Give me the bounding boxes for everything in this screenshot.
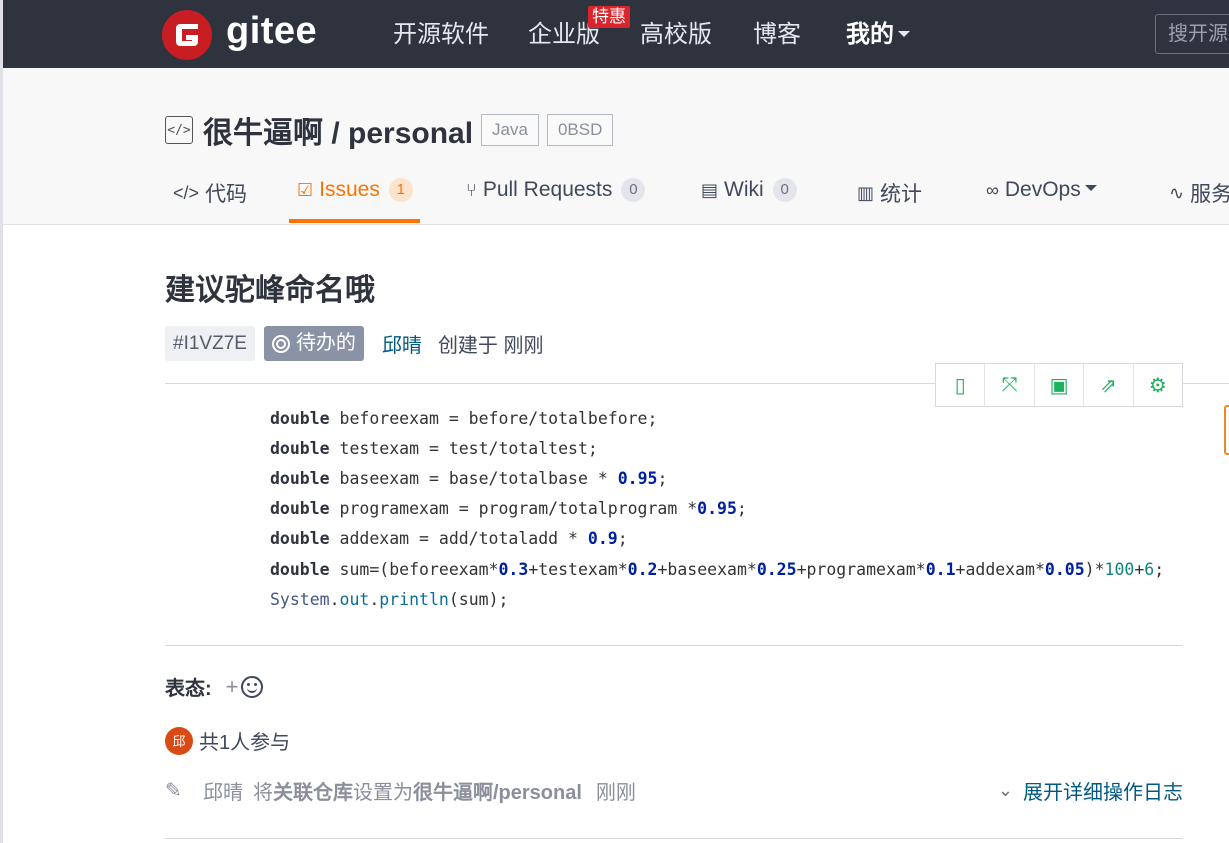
nav-university[interactable]: 高校版 — [640, 20, 712, 50]
license-tag[interactable]: 0BSD — [546, 114, 614, 146]
divider — [165, 838, 1183, 839]
search-input[interactable]: 搜开源 — [1155, 14, 1229, 54]
repo-code-icon: </> — [165, 116, 193, 144]
pencil-icon: ✎ — [165, 779, 182, 802]
tab-wiki-label: Wiki — [724, 178, 764, 201]
nav-blog[interactable]: 博客 — [753, 20, 801, 50]
issue-id[interactable]: #I1VZ7E — [165, 326, 255, 361]
pulse-icon: ∿ — [1169, 182, 1185, 203]
settings-icon[interactable]: ⚙ — [1134, 364, 1182, 406]
fullscreen-icon[interactable]: ⤧ — [985, 364, 1035, 406]
repo-title[interactable]: 很牛逼啊 / personal — [203, 108, 473, 152]
todo-state-icon — [271, 334, 290, 353]
issue-title: 建议驼峰命名哦 — [165, 274, 375, 307]
pull-request-icon: ⑂ — [466, 179, 477, 200]
code-line-6: double sum=(beforeexam*0.3+testexam*0.2+… — [270, 560, 1165, 579]
reactions-row: 表态: + — [165, 672, 263, 701]
expand-log-link[interactable]: ⌄ 展开详细操作日志 — [998, 776, 1183, 805]
participants-row: 邱 共1人参与 — [165, 726, 290, 755]
language-tag[interactable]: Java — [481, 114, 539, 146]
nav-mine-label: 我的 — [846, 21, 894, 48]
tab-services[interactable]: ∿ 服务 — [1169, 178, 1229, 208]
repo-title-row: </> 很牛逼啊 / personal Java 0BSD — [165, 108, 614, 152]
activity-log-item: ✎ 邱晴 将 关联仓库 设置为 很牛逼啊/personal 刚刚 ⌄ 展开详细操… — [165, 776, 1183, 805]
active-tab-indicator — [289, 219, 420, 223]
divider — [165, 645, 1183, 646]
smiley-icon[interactable] — [240, 675, 263, 698]
code-line-1: double beforeexam = before/totalbefore; — [270, 409, 658, 428]
tab-code-label: 代码 — [205, 183, 248, 206]
infinity-icon: ∞ — [986, 179, 999, 200]
tab-issues-label: Issues — [319, 178, 380, 201]
code-line-2: double testexam = test/totaltest; — [270, 439, 598, 458]
tab-stats-label: 统计 — [880, 183, 923, 206]
gitee-logo-icon — [162, 10, 212, 60]
tab-devops[interactable]: ∞ DevOps — [986, 178, 1097, 202]
avatar[interactable]: 邱 — [165, 726, 193, 755]
save-icon[interactable]: ▣ — [1035, 364, 1085, 406]
caret-down-icon — [898, 30, 910, 37]
gitee-logo[interactable]: gitee — [162, 10, 317, 60]
wiki-count-badge: 0 — [772, 178, 797, 202]
issues-icon: ☑ — [297, 179, 314, 200]
activity-action-prefix: 将 — [253, 781, 273, 804]
share-icon[interactable]: ⇗ — [1084, 364, 1134, 406]
add-reaction-plus[interactable]: + — [226, 674, 239, 700]
nav-mine-dropdown[interactable]: 我的 — [846, 20, 910, 50]
editor-toolbar: ▯ ⤧ ▣ ⇗ ⚙ — [935, 363, 1183, 407]
code-line-5: double addexam = add/totaladd * 0.9; — [270, 529, 628, 548]
issue-state-badge[interactable]: 待办的 — [263, 326, 364, 361]
issue-author-link[interactable]: 邱晴 — [382, 329, 422, 358]
activity-target: 很牛逼啊/personal — [413, 781, 582, 804]
tab-stats[interactable]: ▥ 统计 — [857, 178, 922, 208]
code-icon: </> — [173, 182, 200, 203]
wiki-book-icon: ▤ — [701, 179, 719, 200]
tab-devops-label: DevOps — [1004, 178, 1081, 201]
activity-time: 刚刚 — [595, 781, 636, 804]
tab-pr-label: Pull Requests — [482, 178, 613, 201]
special-offer-badge: 特惠 — [588, 6, 630, 28]
reactions-label: 表态: — [165, 678, 212, 700]
mobile-preview-icon[interactable]: ▯ — [936, 364, 986, 406]
tab-issues[interactable]: ☑ Issues 1 — [297, 178, 413, 202]
expand-log-label: 展开详细操作日志 — [1023, 782, 1183, 804]
brand-name: gitee — [226, 10, 318, 52]
code-line-7: System.out.println(sum); — [270, 590, 509, 609]
issue-state-label: 待办的 — [295, 332, 356, 354]
tab-code[interactable]: </> 代码 — [173, 178, 247, 208]
issue-created-time: 创建于 刚刚 — [437, 335, 544, 357]
issue-meta: #I1VZ7E 待办的 邱晴 创建于 刚刚 — [165, 326, 544, 361]
activity-field: 关联仓库 — [273, 781, 353, 804]
activity-action-mid: 设置为 — [353, 781, 413, 804]
tab-wiki[interactable]: ▤ Wiki 0 — [701, 178, 797, 202]
tab-services-label: 服务 — [1190, 183, 1229, 206]
code-line-3: double baseexam = base/totalbase * 0.95; — [270, 469, 668, 488]
nav-open-source[interactable]: 开源软件 — [393, 20, 489, 50]
code-line-4: double programexam = program/totalprogra… — [270, 499, 747, 518]
participants-count: 共1人参与 — [199, 732, 291, 754]
tab-pull-requests[interactable]: ⑂ Pull Requests 0 — [466, 178, 646, 202]
pr-count-badge: 0 — [621, 178, 646, 202]
repo-tabs: </> 代码 ☑ Issues 1 ⑂ Pull Requests 0 ▤ Wi… — [3, 166, 1229, 224]
side-feedback-tab[interactable] — [1224, 405, 1229, 455]
issue-code-block: double beforeexam = before/totalbefore; … — [165, 404, 1183, 616]
bar-chart-icon: ▥ — [857, 182, 875, 203]
issues-count-badge: 1 — [388, 178, 413, 202]
double-chevron-down-icon: ⌄ — [997, 780, 1013, 800]
caret-down-icon — [1084, 185, 1097, 191]
activity-actor[interactable]: 邱晴 — [203, 776, 243, 805]
